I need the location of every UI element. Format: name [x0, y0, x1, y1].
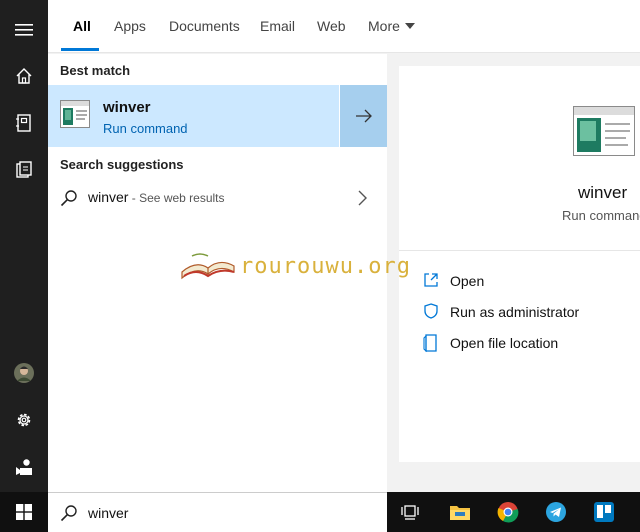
- trello-icon[interactable]: [580, 492, 628, 532]
- feedback-icon[interactable]: [0, 445, 48, 489]
- suggestion-term: winver: [88, 189, 129, 205]
- chrome-icon[interactable]: [484, 492, 532, 532]
- open-preview-button[interactable]: [340, 85, 387, 147]
- open-file-location-label: Open file location: [450, 335, 559, 351]
- arrow-right-icon: [355, 109, 372, 123]
- search-tabs: All Apps Documents Email Web More: [48, 0, 640, 53]
- open-action[interactable]: Open: [419, 269, 619, 293]
- documents-icon[interactable]: [0, 148, 48, 192]
- open-label: Open: [450, 273, 485, 289]
- search-icon: [60, 504, 78, 527]
- notebook-icon[interactable]: [0, 101, 48, 145]
- winver-large-icon: [573, 106, 635, 156]
- open-icon: [423, 272, 439, 293]
- tab-email[interactable]: Email: [260, 18, 295, 34]
- tab-more-label: More: [368, 18, 400, 34]
- taskbar: winver: [0, 492, 640, 532]
- winver-app-icon: [60, 100, 90, 128]
- active-tab-indicator: [61, 48, 99, 51]
- file-explorer-icon[interactable]: [436, 492, 484, 532]
- home-icon[interactable]: [0, 54, 48, 98]
- preview-type: Run command: [562, 208, 640, 223]
- preview-name: winver: [578, 183, 628, 202]
- suggestion-suffix: - See web results: [128, 191, 225, 205]
- chevron-right-icon[interactable]: [356, 189, 368, 212]
- best-match-name: winver: [103, 99, 151, 116]
- windows-start-icon[interactable]: [0, 492, 48, 532]
- preview-header: winver Run command: [399, 66, 640, 251]
- hamburger-menu-icon[interactable]: [0, 8, 48, 52]
- taskbar-search-box[interactable]: winver: [48, 492, 387, 532]
- telegram-icon[interactable]: [532, 492, 580, 532]
- task-view-icon[interactable]: [386, 492, 434, 532]
- chevron-down-icon: [404, 23, 415, 29]
- tab-more[interactable]: More: [368, 18, 415, 34]
- search-suggestions-heading: Search suggestions: [60, 157, 184, 172]
- shield-icon: [423, 303, 439, 324]
- tab-all[interactable]: All: [73, 18, 91, 34]
- book-logo-icon: [181, 253, 235, 280]
- watermark: rourouwu.org: [178, 250, 410, 284]
- file-location-icon: [423, 334, 439, 357]
- best-match-type: Run command: [103, 121, 188, 136]
- run-as-admin-action[interactable]: Run as administrator: [419, 300, 619, 324]
- search-input[interactable]: winver: [88, 505, 128, 521]
- open-file-location-action[interactable]: Open file location: [419, 331, 619, 355]
- search-icon: [60, 189, 78, 212]
- search-panel: All Apps Documents Email Web More Best m…: [48, 0, 640, 492]
- tab-documents[interactable]: Documents: [169, 18, 240, 34]
- avatar[interactable]: [0, 351, 48, 395]
- best-match-heading: Best match: [60, 63, 131, 78]
- preview-pane: winver Run command Open Run as administr…: [399, 66, 640, 462]
- suggestion-text: winver - See web results: [88, 189, 225, 205]
- tab-web[interactable]: Web: [317, 18, 346, 34]
- tab-apps[interactable]: Apps: [114, 18, 146, 34]
- run-as-admin-label: Run as administrator: [450, 304, 580, 320]
- start-rail: [0, 0, 48, 492]
- web-suggestion-item[interactable]: winver - See web results: [48, 182, 387, 214]
- watermark-text: rourouwu.org: [240, 254, 411, 279]
- best-match-item[interactable]: winver Run command: [48, 85, 339, 147]
- gear-icon[interactable]: [0, 398, 48, 442]
